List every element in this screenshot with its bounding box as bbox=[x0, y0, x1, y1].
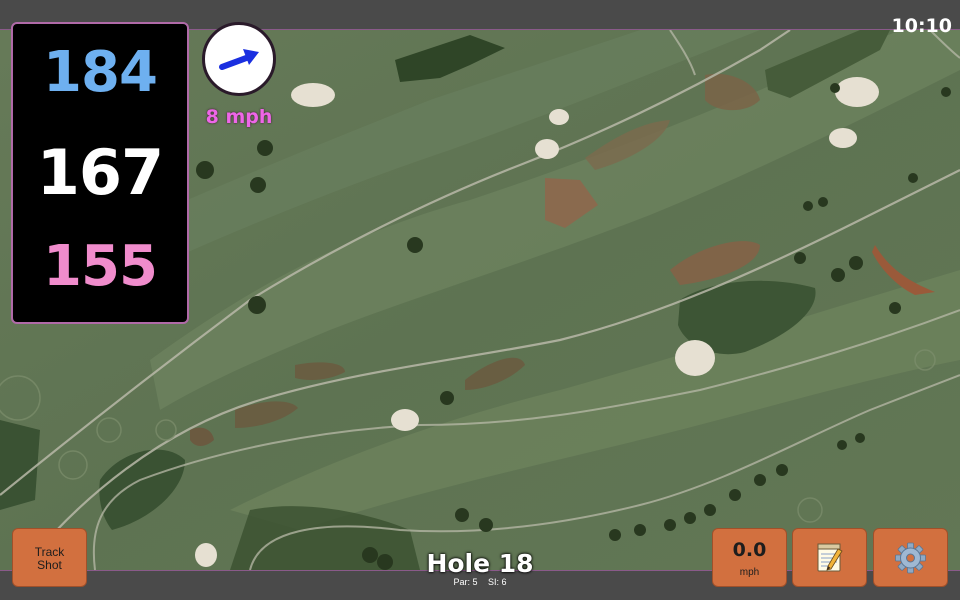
settings-button[interactable] bbox=[873, 528, 948, 587]
front-distance: 155 bbox=[43, 234, 158, 299]
hole-par: Par: 5 bbox=[453, 577, 478, 587]
speed-unit: mph bbox=[739, 567, 760, 578]
speed-button[interactable]: 0.0 mph bbox=[712, 528, 787, 587]
distance-panel: 184 167 155 bbox=[11, 22, 189, 324]
hole-title: Hole 18 bbox=[426, 549, 534, 578]
track-shot-label-line2: Shot bbox=[37, 558, 62, 572]
middle-distance: 167 bbox=[36, 136, 164, 209]
hole-stroke-index: SI: 6 bbox=[488, 577, 507, 587]
speed-value: 0.0 bbox=[732, 539, 767, 561]
wind-direction-arrow-icon bbox=[219, 49, 259, 70]
gear-icon bbox=[895, 542, 926, 574]
back-distance: 184 bbox=[43, 40, 158, 105]
notes-button[interactable] bbox=[792, 528, 867, 587]
clock-time: 10:10 bbox=[891, 15, 952, 37]
hole-meta: Par: 5 SI: 6 bbox=[380, 577, 580, 587]
wind-speed: 8 mph bbox=[205, 106, 273, 128]
wind-indicator[interactable] bbox=[202, 22, 276, 96]
track-shot-button[interactable]: Track Shot bbox=[12, 528, 87, 587]
notepad-pencil-icon bbox=[817, 543, 843, 572]
